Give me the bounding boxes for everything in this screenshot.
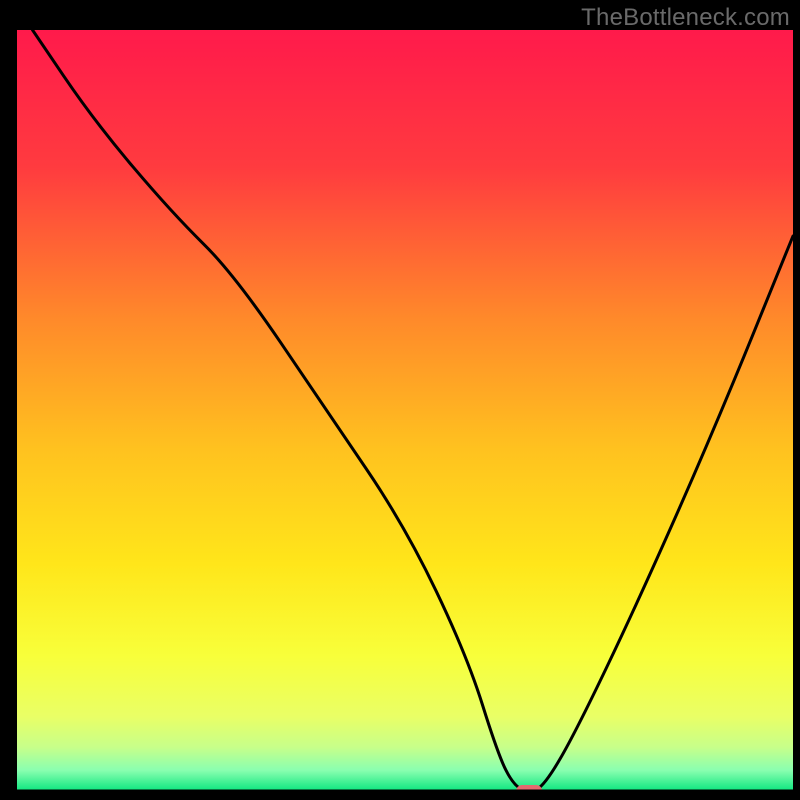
bottleneck-chart: TheBottleneck.com [0, 0, 800, 800]
plot-background [17, 30, 793, 793]
watermark-text: TheBottleneck.com [581, 4, 790, 32]
chart-svg [0, 0, 800, 800]
